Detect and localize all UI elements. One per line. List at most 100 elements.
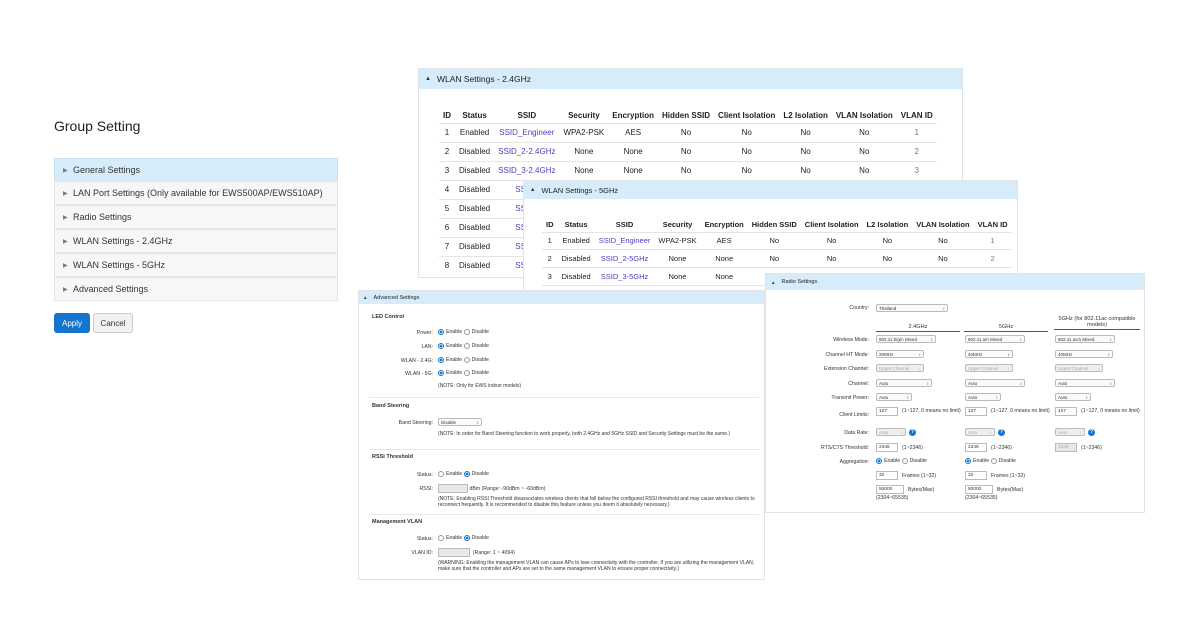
radio-icon[interactable] bbox=[438, 535, 444, 541]
radio-icon[interactable] bbox=[463, 343, 470, 349]
select-box[interactable]: 40MHz bbox=[965, 350, 1013, 358]
wireless-mode-24[interactable]: 802.11 b/g/n Mixed bbox=[876, 335, 936, 343]
client-limit-input[interactable]: 127 bbox=[876, 407, 898, 416]
table-row[interactable]: 3 Disabled SSID_3-2.4GHz None None No No No No 3 bbox=[439, 160, 937, 180]
radio-icon[interactable] bbox=[463, 329, 470, 335]
apply-button[interactable]: Apply bbox=[54, 313, 90, 333]
bytes-input[interactable]: 50000 bbox=[876, 485, 904, 494]
select-box[interactable]: Auto bbox=[965, 393, 1001, 401]
rts-5ac[interactable]: 2346 (1~2346) bbox=[1055, 443, 1102, 452]
radio-selected-icon[interactable] bbox=[438, 357, 444, 363]
ssid-link[interactable]: SSID_Engineer bbox=[594, 231, 655, 250]
bytes-24[interactable]: 50000 Bytes(Max) bbox=[876, 485, 934, 494]
aggregation-5-radio[interactable]: Enable Disable bbox=[965, 458, 1016, 464]
panel-header[interactable]: ▲ Radio Settings bbox=[766, 274, 1144, 290]
client-limit-input[interactable]: 127 bbox=[965, 407, 987, 416]
radio-icon[interactable] bbox=[438, 471, 444, 477]
rts-input[interactable]: 2346 bbox=[965, 443, 987, 452]
data-rate-5[interactable]: Auto? bbox=[965, 428, 1005, 436]
radio-selected-icon[interactable] bbox=[876, 458, 882, 464]
client-limit-24[interactable]: 127 (1~127, 0 means no limit) bbox=[876, 407, 962, 416]
table-row[interactable]: 2 Disabled SSID_2-2.4GHz None None No No No No 2 bbox=[439, 141, 937, 161]
help-icon[interactable]: ? bbox=[1088, 428, 1095, 436]
radio-icon[interactable] bbox=[901, 458, 908, 464]
radio-icon[interactable] bbox=[463, 357, 470, 363]
power-24[interactable]: Auto bbox=[876, 393, 912, 401]
select-box[interactable]: 802.11 b/g/n Mixed bbox=[876, 335, 936, 343]
panel-header[interactable]: ▲ WLAN Settings - 2.4GHz bbox=[419, 69, 962, 89]
ssid-link[interactable]: SSID_3-2.4GHz bbox=[494, 160, 560, 180]
ht-mode-5[interactable]: 40MHz bbox=[965, 350, 1013, 358]
ssid-link[interactable]: SSID_2-5GHz bbox=[594, 249, 655, 268]
vlan-id-input[interactable] bbox=[438, 548, 470, 557]
menu-advanced-settings[interactable]: ▶ Advanced Settings bbox=[54, 277, 338, 301]
ext-channel-5[interactable]: Upper Channel bbox=[965, 364, 1013, 372]
client-limit-5[interactable]: 127 (1~127, 0 means no limit) bbox=[965, 407, 1051, 416]
ssid-link[interactable]: SSID_Engineer bbox=[494, 122, 560, 142]
ext-channel-24[interactable]: Upper Channel bbox=[876, 364, 924, 372]
ssid-link[interactable]: SSID_3-5GHz bbox=[594, 266, 655, 286]
select-box[interactable]: 40MHz bbox=[1055, 350, 1113, 358]
table-row[interactable]: 2 Disabled SSID_2-5GHz None None No No No No 2 bbox=[542, 249, 1012, 268]
select-box[interactable]: 802.11 ac/n Mixed bbox=[1055, 335, 1115, 343]
radio-selected-icon[interactable] bbox=[438, 329, 444, 335]
rts-5[interactable]: 2346 (1~2346) bbox=[965, 443, 1012, 452]
select-box[interactable]: Auto bbox=[876, 428, 906, 436]
rts-input[interactable]: 2346 bbox=[876, 443, 898, 452]
radio-selected-icon[interactable] bbox=[438, 370, 444, 376]
data-rate-24[interactable]: Auto? bbox=[876, 428, 916, 436]
help-icon[interactable]: ? bbox=[998, 428, 1005, 436]
rssi-input[interactable] bbox=[438, 484, 468, 493]
rts-24[interactable]: 2346 (1~2346) bbox=[876, 443, 923, 452]
menu-general-settings[interactable]: ▶ General Settings bbox=[54, 158, 338, 182]
select-box[interactable]: Auto bbox=[876, 393, 912, 401]
radio-selected-icon[interactable] bbox=[463, 535, 470, 541]
led-power-radio[interactable]: Enable Disable bbox=[438, 329, 489, 335]
select-box[interactable]: Upper Channel bbox=[965, 364, 1013, 372]
wireless-mode-5ac[interactable]: 802.11 ac/n Mixed bbox=[1055, 335, 1115, 343]
select-box[interactable]: Disable bbox=[438, 418, 482, 426]
select-box[interactable]: Auto bbox=[965, 379, 1025, 387]
rts-input[interactable]: 2346 bbox=[1055, 443, 1077, 452]
channel-5[interactable]: Auto bbox=[965, 379, 1025, 387]
radio-selected-icon[interactable] bbox=[965, 458, 971, 464]
vlan-id-field[interactable]: (Range: 1 ~ 4094) bbox=[438, 548, 515, 557]
radio-icon[interactable] bbox=[463, 370, 470, 376]
menu-lan-port-settings[interactable]: ▶ LAN Port Settings (Only available for E… bbox=[54, 181, 338, 205]
ssid-link[interactable]: SSID_2-2.4GHz bbox=[494, 141, 560, 161]
client-limit-5ac[interactable]: 127 (1~127, 0 means no limit) bbox=[1055, 407, 1141, 416]
select-box[interactable]: Auto bbox=[1055, 428, 1085, 436]
frames-input[interactable]: 32 bbox=[876, 471, 898, 480]
frames-5[interactable]: 32 Frames (1~32) bbox=[965, 471, 1025, 480]
bytes-5[interactable]: 50000 Bytes(Max) bbox=[965, 485, 1023, 494]
wireless-mode-5[interactable]: 802.11 a/n Mixed bbox=[965, 335, 1025, 343]
frames-24[interactable]: 32 Frames (1~32) bbox=[876, 471, 936, 480]
power-5ac[interactable]: Auto bbox=[1055, 393, 1091, 401]
channel-24[interactable]: Auto bbox=[876, 379, 932, 387]
select-box[interactable]: Auto bbox=[876, 379, 932, 387]
ext-channel-5ac[interactable]: Upper Channel bbox=[1055, 364, 1103, 372]
band-steering-select[interactable]: Disable bbox=[438, 418, 482, 426]
panel-header[interactable]: ▲ WLAN Settings - 5GHz bbox=[524, 181, 1017, 199]
ht-mode-24[interactable]: 20MHz bbox=[876, 350, 924, 358]
country-select[interactable]: Thailand bbox=[876, 304, 948, 312]
rssi-status-radio[interactable]: Enable Disable bbox=[438, 471, 489, 477]
radio-icon[interactable] bbox=[990, 458, 997, 464]
select-box[interactable]: 802.11 a/n Mixed bbox=[965, 335, 1025, 343]
rssi-field[interactable]: dBm (Range: -90dBm ~ -60dBm) bbox=[438, 484, 545, 493]
mvlan-status-radio[interactable]: Enable Disable bbox=[438, 535, 489, 541]
frames-input[interactable]: 32 bbox=[965, 471, 987, 480]
channel-5ac[interactable]: Auto bbox=[1055, 379, 1115, 387]
menu-wlan-5[interactable]: ▶ WLAN Settings - 5GHz bbox=[54, 253, 338, 277]
menu-wlan-24[interactable]: ▶ WLAN Settings - 2.4GHz bbox=[54, 229, 338, 253]
table-row[interactable]: 1 Enabled SSID_Engineer WPA2-PSK AES No No No No… bbox=[542, 231, 1012, 250]
client-limit-input[interactable]: 127 bbox=[1055, 407, 1077, 416]
select-box[interactable]: Upper Channel bbox=[876, 364, 924, 372]
select-box[interactable]: Auto bbox=[965, 428, 995, 436]
ht-mode-5ac[interactable]: 40MHz bbox=[1055, 350, 1113, 358]
select-box[interactable]: Auto bbox=[1055, 379, 1115, 387]
bytes-input[interactable]: 50000 bbox=[965, 485, 993, 494]
panel-header[interactable]: ▲ Advanced Settings bbox=[359, 291, 764, 304]
led-wlan24-radio[interactable]: Enable Disable bbox=[438, 357, 489, 363]
select-box[interactable]: Thailand bbox=[876, 304, 948, 312]
